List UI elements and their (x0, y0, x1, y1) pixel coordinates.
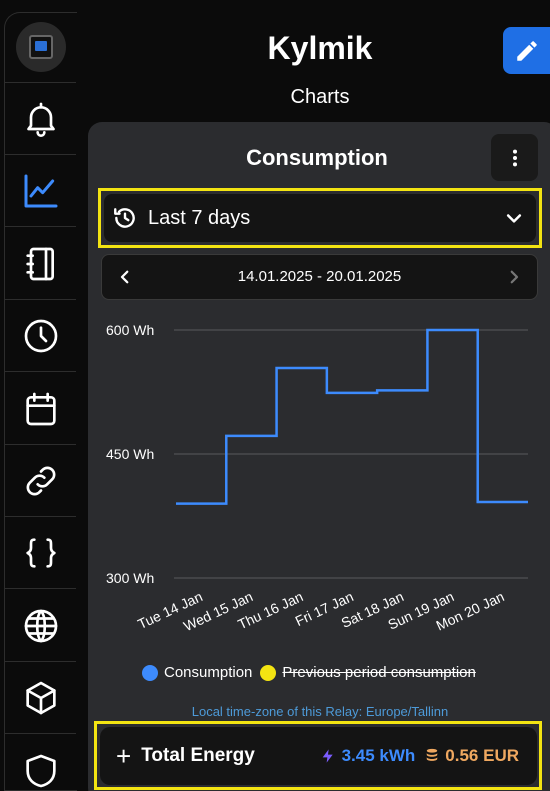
globe-icon (24, 609, 57, 643)
code-braces-icon (25, 538, 56, 568)
y-tick-label: 450 Wh (106, 446, 154, 462)
sidebar-item-calendar[interactable] (5, 374, 76, 445)
date-range-label: 14.01.2025 - 20.01.2025 (237, 268, 402, 285)
clock-icon (24, 319, 57, 353)
consumption-chart: 300 Wh450 Wh600 WhTue 14 JanWed 15 JanTh… (106, 322, 528, 634)
total-energy-cost: 0.56 EUR (445, 746, 519, 765)
total-energy-label: Total Energy (141, 745, 255, 766)
card-menu-button[interactable] (491, 134, 538, 181)
y-tick-label: 300 Wh (106, 570, 154, 586)
shield-icon (25, 754, 56, 787)
lightning-icon (322, 749, 333, 763)
more-vertical-icon (512, 149, 517, 166)
sidebar-item-schedule[interactable] (5, 301, 76, 372)
sidebar-item-notifications[interactable] (5, 84, 76, 155)
app-root: Kylmik Charts Consumption Last 7 days 14… (0, 0, 550, 791)
sidebar-item-links[interactable] (5, 446, 76, 517)
card-title: Consumption (246, 145, 388, 170)
series-line-consumption (176, 328, 528, 505)
notebook-icon (25, 247, 54, 281)
pencil-icon (516, 40, 537, 61)
legend-previous-label: Previous period consumption (282, 664, 476, 681)
range-select[interactable]: Last 7 days (104, 194, 536, 242)
legend-item-previous[interactable]: Previous period consumption (260, 664, 476, 681)
legend-previous-swatch (260, 664, 277, 681)
chevron-down-icon (506, 214, 522, 223)
timezone-note: Local time-zone of this Relay: Europe/Ta… (191, 704, 449, 719)
avatar (15, 22, 66, 72)
total-energy-bar[interactable]: + Total Energy 3.45 kWh 0.56 EUR (100, 727, 537, 785)
sidebar-item-device[interactable] (5, 12, 76, 83)
link-icon (26, 466, 55, 496)
date-navigator: 14.01.2025 - 20.01.2025 (101, 254, 538, 300)
total-energy-kwh: 3.45 kWh (341, 746, 416, 765)
coins-icon (427, 748, 438, 761)
legend-consumption-swatch (142, 664, 158, 681)
legend-item-consumption[interactable]: Consumption (142, 664, 252, 681)
page-subtitle: Charts (290, 86, 350, 108)
edit-button[interactable] (503, 27, 550, 74)
sidebar-item-scripts[interactable] (5, 518, 76, 589)
sidebar-item-network[interactable] (5, 591, 76, 662)
chart-icon (24, 174, 57, 208)
history-icon (114, 208, 135, 228)
sidebar (0, 0, 77, 791)
y-tick-label: 600 Wh (106, 322, 154, 338)
legend-consumption-label: Consumption (164, 664, 253, 681)
sidebar-item-components[interactable] (5, 663, 76, 734)
sidebar-item-charts[interactable] (5, 156, 76, 227)
calendar-icon (25, 392, 56, 426)
sidebar-item-notebook[interactable] (5, 229, 76, 300)
chevron-right-icon[interactable] (505, 268, 523, 286)
bell-icon (26, 102, 55, 137)
chart-legend: Consumption Previous period consumption (142, 664, 476, 681)
page-title: Kylmik (267, 30, 373, 66)
expand-plus-icon: + (116, 740, 132, 771)
sidebar-item-security[interactable] (5, 735, 76, 791)
range-select-label: Last 7 days (148, 206, 251, 229)
device-chip-icon (28, 35, 53, 59)
cube-icon (25, 681, 56, 715)
